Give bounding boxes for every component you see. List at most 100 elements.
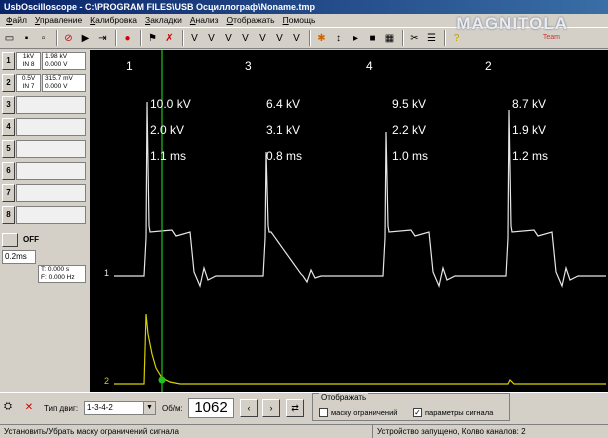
status-device: Устройство запущено, Колво каналов: 2 xyxy=(372,425,526,438)
menu-analysis[interactable]: Анализ xyxy=(186,14,223,27)
burn-voltage-label: 2.2 kV xyxy=(392,123,426,137)
stop-icon[interactable]: ⊘ xyxy=(61,31,76,46)
trace-1-marker: 1 xyxy=(104,268,109,278)
channel-row-2: 2 0.5V IN 7 315.7 mV 0.000 V xyxy=(2,74,86,94)
channel-7-button[interactable]: 7 xyxy=(2,184,15,202)
channel-7-values xyxy=(16,184,86,202)
burn-time-label: 1.2 ms xyxy=(512,149,548,163)
palette-icon[interactable]: ✱ xyxy=(314,31,329,46)
timebase-select[interactable]: 0.2ms xyxy=(2,250,36,264)
time-frequency-readout: T: 0.000 s F: 0.000 Hz xyxy=(38,265,86,283)
next-button[interactable]: › xyxy=(262,399,280,417)
menu-bookmarks[interactable]: Закладки xyxy=(141,14,186,27)
trace-channel-2 xyxy=(114,313,606,385)
rpm-label: Об/м: xyxy=(162,404,183,413)
toolbar-separator xyxy=(402,30,404,46)
channel-row-1: 1 1kV IN 8 1.98 kV 0.000 V xyxy=(2,52,86,72)
mask-checkbox[interactable] xyxy=(319,408,328,417)
params-checkbox[interactable]: ✓ xyxy=(413,408,422,417)
toolbar-separator xyxy=(444,30,446,46)
status-bar: Установить/Убрать маску ограничений сигн… xyxy=(0,424,608,438)
toolbar-separator xyxy=(115,30,117,46)
prev-button[interactable]: ‹ xyxy=(240,399,258,417)
sweep-off-button[interactable]: OFF xyxy=(22,233,40,247)
channel-1-button[interactable]: 1 xyxy=(2,52,15,70)
menu-control[interactable]: Управление xyxy=(31,14,86,27)
channel-1-v1: 1.98 kV xyxy=(45,53,68,60)
menu-view[interactable]: Отображать xyxy=(223,14,279,27)
burn-voltage-label: 1.9 kV xyxy=(512,123,546,137)
single-icon[interactable]: ⇥ xyxy=(95,31,110,46)
sweep-button[interactable] xyxy=(2,233,18,247)
toolbar-separator xyxy=(182,30,184,46)
firing-order-value: 1-3-4-2 xyxy=(87,403,113,412)
rpm-readout: 1062 xyxy=(188,398,234,418)
window-title: UsbOscilloscope - C:\PROGRAM FILES\USB О… xyxy=(0,0,608,14)
channel-panel: 1 1kV IN 8 1.98 kV 0.000 V 2 0.5V IN 7 3… xyxy=(0,50,88,392)
oscilloscope-screen[interactable]: 1 10.0 kV 2.0 kV 1.1 ms 3 6.4 kV 3.1 kV 0.8 ms 4… xyxy=(90,50,608,392)
open-icon[interactable]: ▫ xyxy=(36,31,51,46)
cursor-v6-icon[interactable]: V xyxy=(272,31,287,46)
channel-4-values xyxy=(16,118,86,136)
close-panel-icon[interactable]: ✕ xyxy=(22,401,36,415)
run-icon[interactable]: ▶ xyxy=(78,31,93,46)
channel-5-button[interactable]: 5 xyxy=(2,140,15,158)
cursor-v7-icon[interactable]: V xyxy=(289,31,304,46)
marker-icon[interactable]: ↕ xyxy=(331,31,346,46)
burn-time-label: 1.1 ms xyxy=(150,149,186,163)
channel-8-button[interactable]: 8 xyxy=(2,206,15,224)
display-options-group: Отображать маску ограничений ✓ параметры… xyxy=(312,393,510,421)
channel-5-values xyxy=(16,140,86,158)
menu-file[interactable]: Файл xyxy=(2,14,31,27)
cursor-v3-icon[interactable]: V xyxy=(221,31,236,46)
display-group-title: Отображать xyxy=(319,393,369,402)
cursor-v1-icon[interactable]: V xyxy=(187,31,202,46)
channel-1-scale-value: 1kV xyxy=(22,53,35,60)
firing-order-select[interactable]: 1-3-4-2 ▼ xyxy=(84,401,156,415)
menu-calibration[interactable]: Калибровка xyxy=(86,14,141,27)
scope-traces: 1 10.0 kV 2.0 kV 1.1 ms 3 6.4 kV 3.1 kV 0.8 ms 4… xyxy=(104,50,606,392)
burn-time-label: 1.0 ms xyxy=(392,149,428,163)
new-file-icon[interactable]: ▭ xyxy=(2,31,17,46)
sync-button[interactable]: ⇄ xyxy=(286,399,304,417)
grid-icon[interactable]: ▦ xyxy=(382,31,397,46)
channel-3-button[interactable]: 3 xyxy=(2,96,15,114)
trigger-off-icon[interactable]: ✗ xyxy=(162,31,177,46)
cursor-v4-icon[interactable]: V xyxy=(238,31,253,46)
channel-1-scale[interactable]: 1kV IN 8 xyxy=(16,52,41,70)
channel-2-v2: 0.000 V xyxy=(45,83,68,90)
time-cursor-handle[interactable] xyxy=(158,376,166,384)
cylinder-number-label: 2 xyxy=(485,59,492,73)
cylinder-number-label: 3 xyxy=(245,59,252,73)
peak-voltage-label: 8.7 kV xyxy=(512,97,546,111)
play-icon[interactable]: ▸ xyxy=(348,31,363,46)
burn-voltage-label: 2.0 kV xyxy=(150,123,184,137)
engine-icon: ⛭ xyxy=(4,401,12,412)
channel-2-v1: 315.7 mV xyxy=(45,75,73,82)
channel-2-scale[interactable]: 0.5V IN 7 xyxy=(16,74,41,92)
save-icon[interactable]: ▪ xyxy=(19,31,34,46)
channel-8-values xyxy=(16,206,86,224)
channel-2-scale-value: 0.5V xyxy=(21,75,36,82)
cursor-v2-icon[interactable]: V xyxy=(204,31,219,46)
settings-icon[interactable]: ☰ xyxy=(424,31,439,46)
record-icon[interactable]: ● xyxy=(120,31,135,46)
channel-2-button[interactable]: 2 xyxy=(2,74,15,92)
chevron-down-icon[interactable]: ▼ xyxy=(143,402,155,414)
channel-6-values xyxy=(16,162,86,180)
channel-1-v2: 0.000 V xyxy=(45,61,68,68)
channel-4-button[interactable]: 4 xyxy=(2,118,15,136)
bottom-panel: ⛭ ✕ Тип двиг: 1-3-4-2 ▼ Об/м: 1062 ‹ › ⇄… xyxy=(0,392,608,424)
mask-label: маску ограничений xyxy=(331,408,398,417)
menu-help[interactable]: Помощь xyxy=(279,14,320,27)
channel-2-values: 315.7 mV 0.000 V xyxy=(42,74,86,92)
channel-6-button[interactable]: 6 xyxy=(2,162,15,180)
tools-icon[interactable]: ✂ xyxy=(407,31,422,46)
trace-2-marker: 2 xyxy=(104,376,109,386)
burn-time-label: 0.8 ms xyxy=(266,149,302,163)
block-icon[interactable]: ■ xyxy=(365,31,380,46)
channel-row-3: 3 xyxy=(2,96,86,116)
trigger-icon[interactable]: ⚑ xyxy=(145,31,160,46)
cursor-v5-icon[interactable]: V xyxy=(255,31,270,46)
toolbar-separator xyxy=(56,30,58,46)
